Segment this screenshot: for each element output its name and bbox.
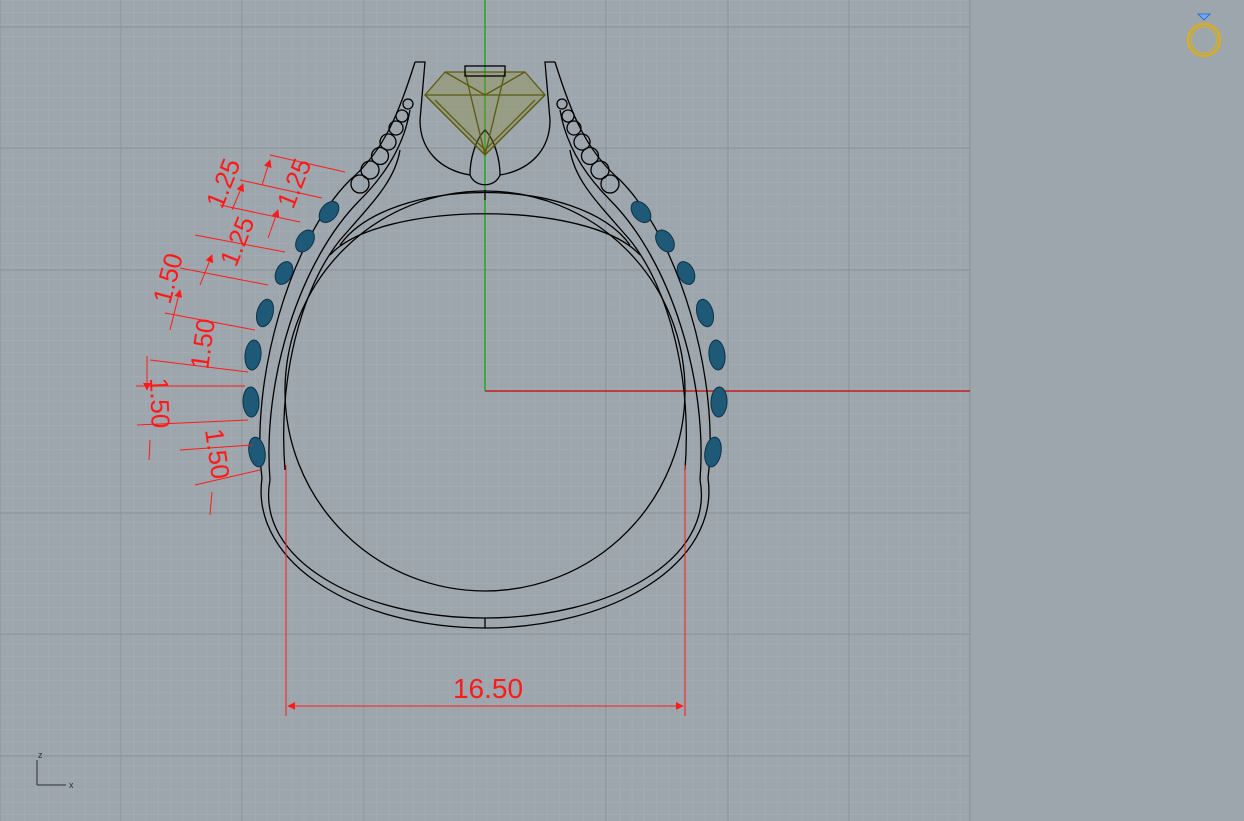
axes-gizmo-x-label: x [69, 780, 74, 790]
svg-text:1.50: 1.50 [144, 377, 176, 429]
width-dimension-label: 16.50 [453, 673, 523, 704]
cad-viewport[interactable]: 16.50 1.25 1.25 1.25 1.50 1.50 1.50 1.50 [0, 0, 1244, 821]
axes-gizmo-z-label: z [38, 750, 43, 760]
